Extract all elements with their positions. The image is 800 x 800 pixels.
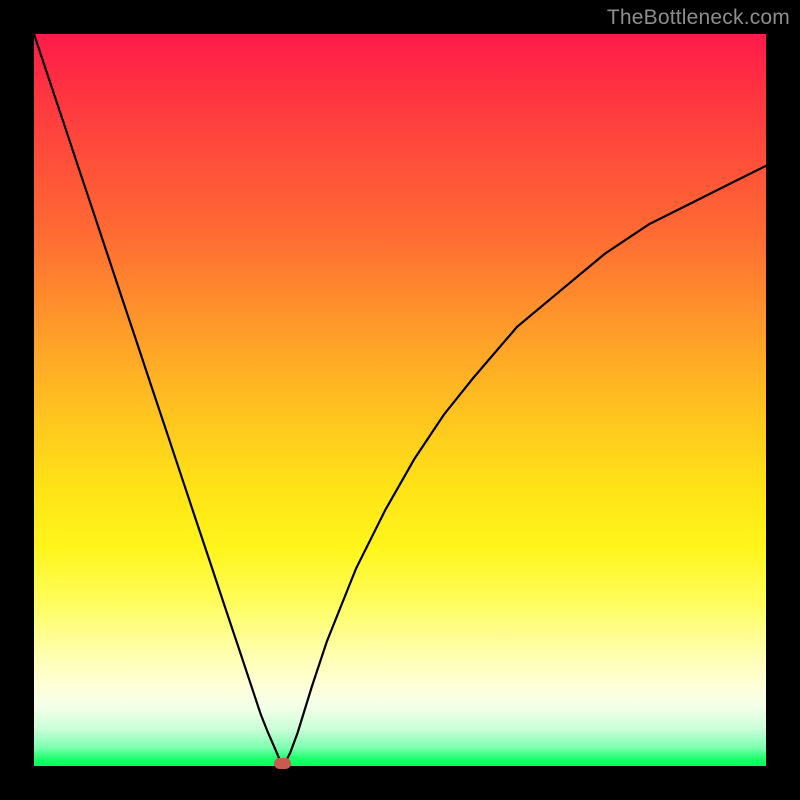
curve-path [34, 34, 766, 763]
chart-plot-area [34, 34, 766, 766]
chart-frame: TheBottleneck.com [0, 0, 800, 800]
optimal-point-marker [274, 758, 291, 769]
bottleneck-curve [34, 34, 766, 766]
watermark-text: TheBottleneck.com [607, 6, 790, 30]
